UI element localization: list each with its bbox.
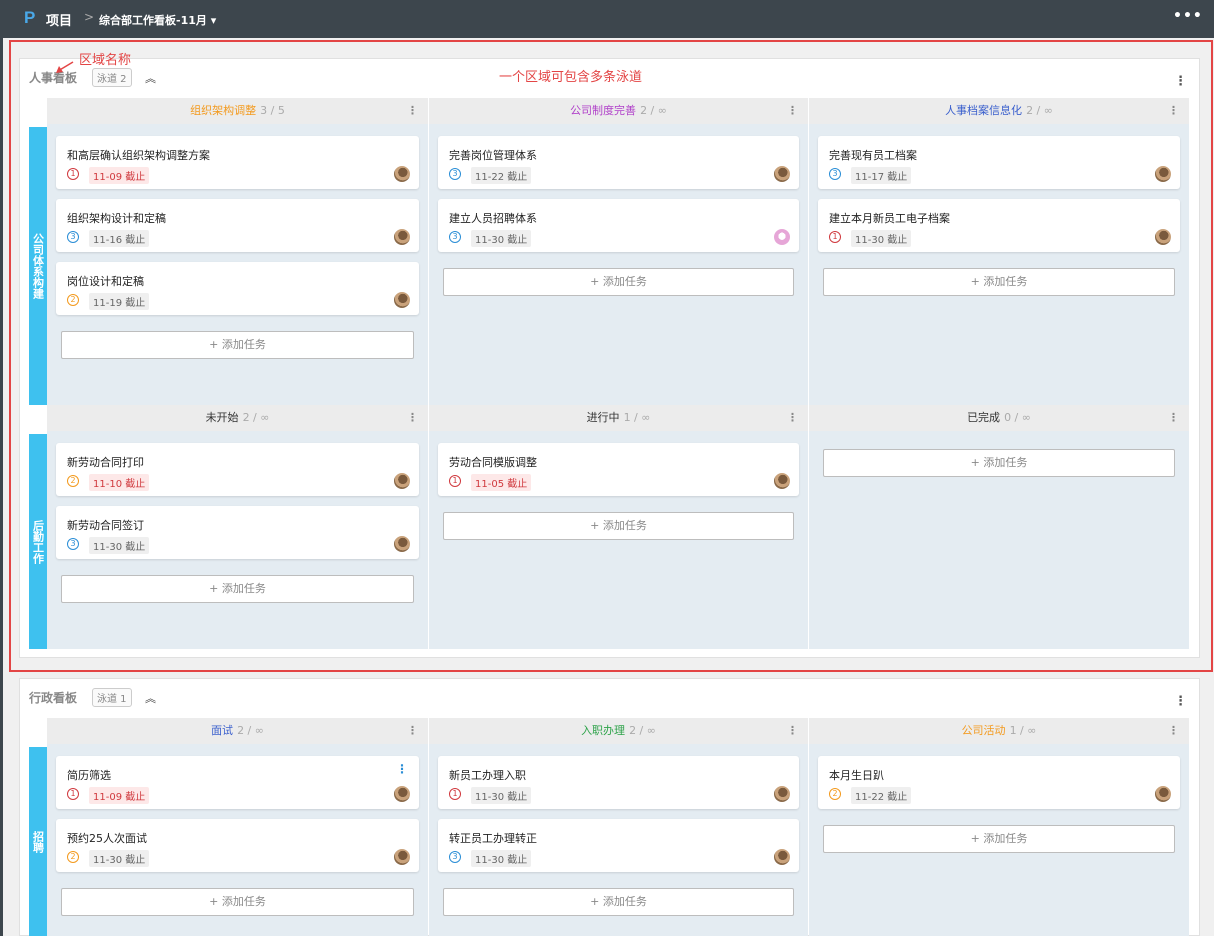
more-options-icon[interactable]: •••: [1173, 8, 1203, 24]
assignee-avatar[interactable]: [774, 849, 790, 865]
annotation-multi-lane: 一个区域可包含多条泳道: [499, 70, 643, 85]
due-date-badge: 11-22 截止: [851, 787, 912, 804]
priority-icon: 1: [449, 788, 461, 800]
column-menu-icon[interactable]: ⋮: [1168, 718, 1179, 744]
app-logo[interactable]: P: [24, 8, 35, 28]
due-date-badge: 11-09 截止: [89, 787, 150, 804]
column-header: 入职办理 2 / ∞ ⋮: [429, 718, 808, 744]
task-title: 新员工办理入职: [449, 769, 526, 782]
annotation-arrow-icon: [56, 61, 74, 73]
highlight-box: [9, 40, 1213, 672]
add-task-button[interactable]: + 添加任务: [61, 888, 414, 916]
priority-icon: 3: [449, 851, 461, 863]
column-menu-icon[interactable]: ⋮: [407, 718, 418, 744]
assignee-avatar[interactable]: [394, 786, 410, 802]
priority-icon: 1: [67, 788, 79, 800]
due-date-badge: 11-30 截止: [471, 787, 532, 804]
column-menu-icon[interactable]: ⋮: [787, 718, 798, 744]
area-title[interactable]: 行政看板: [29, 689, 77, 706]
area-menu-icon[interactable]: ⋮: [1174, 694, 1187, 709]
task-card[interactable]: 转正员工办理转正 3 11-30 截止: [438, 819, 799, 872]
column-count: 2 / ∞: [629, 724, 656, 737]
task-card[interactable]: 简历筛选 1 11-09 截止 ⋮: [56, 756, 419, 809]
add-task-button[interactable]: + 添加任务: [823, 825, 1175, 853]
assignee-avatar[interactable]: [774, 786, 790, 802]
column-count: 1 / ∞: [1009, 724, 1037, 737]
due-date-badge: 11-30 截止: [89, 850, 150, 867]
annotation-area-name: 区域名称: [79, 53, 132, 68]
task-title: 本月生日趴: [829, 769, 884, 782]
left-edge: [0, 38, 3, 936]
task-card[interactable]: 新员工办理入职 1 11-30 截止: [438, 756, 799, 809]
task-title: 预约25人次面试: [67, 832, 147, 845]
column-title: 公司活动: [961, 724, 1006, 737]
swimlane-label: 招聘: [29, 747, 47, 936]
add-task-button[interactable]: + 添加任务: [443, 888, 794, 916]
collapse-icon[interactable]: ︽: [145, 690, 156, 706]
priority-icon: 2: [67, 851, 79, 863]
priority-icon: 2: [829, 788, 841, 800]
card-menu-icon[interactable]: ⋮: [396, 762, 408, 776]
column-count: 2 / ∞: [237, 724, 264, 737]
task-title: 转正员工办理转正: [449, 832, 537, 845]
breadcrumb-chevron-icon: >: [84, 10, 95, 24]
assignee-avatar[interactable]: [394, 849, 410, 865]
board-selector[interactable]: 综合部工作看板-11月 ▾: [99, 12, 216, 28]
top-bar: P 项目 > 综合部工作看板-11月 ▾ •••: [0, 0, 1214, 38]
column-title: 面试: [211, 724, 234, 737]
project-link[interactable]: 项目: [46, 10, 72, 29]
task-title: 简历筛选: [67, 769, 111, 782]
column-title: 入职办理: [581, 724, 626, 737]
column-header: 公司活动 1 / ∞ ⋮: [809, 718, 1189, 744]
task-card[interactable]: 本月生日趴 2 11-22 截止: [818, 756, 1180, 809]
lane-count-badge: 泳道 1: [92, 688, 132, 707]
due-date-badge: 11-30 截止: [471, 850, 532, 867]
task-card[interactable]: 预约25人次面试 2 11-30 截止: [56, 819, 419, 872]
column-header: 面试 2 / ∞ ⋮: [47, 718, 428, 744]
assignee-avatar[interactable]: [1155, 786, 1171, 802]
